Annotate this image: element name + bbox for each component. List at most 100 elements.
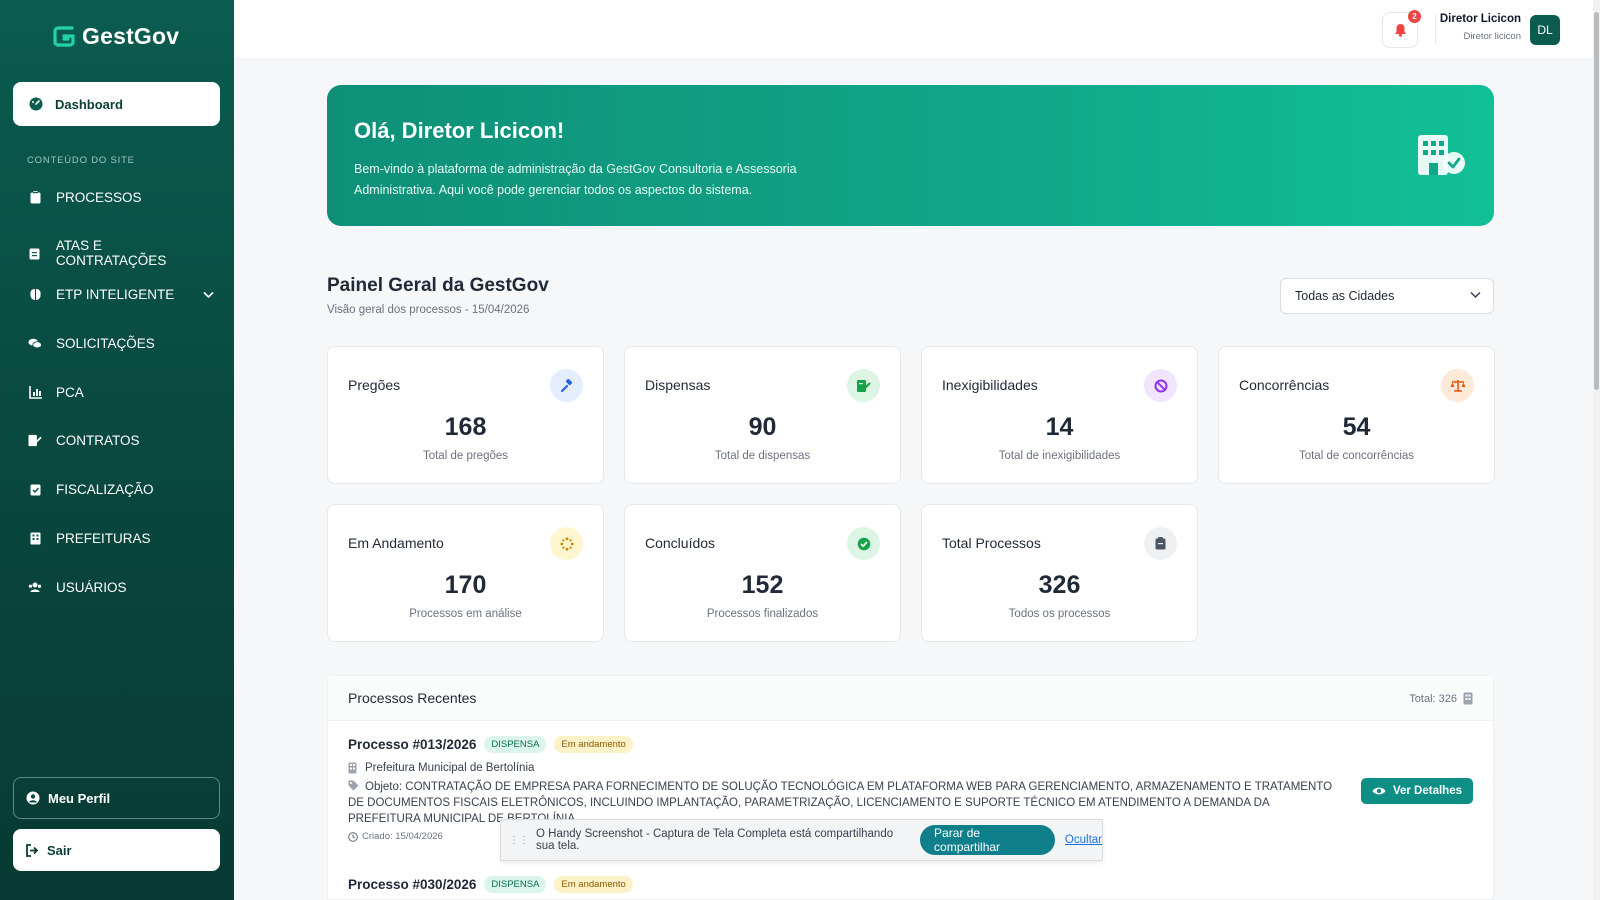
building-check-icon <box>1418 135 1465 175</box>
welcome-title: Olá, Diretor Licicon! <box>354 118 565 143</box>
stat-value: 326 <box>1038 571 1081 599</box>
process-created: Criado: 15/04/2026 <box>362 831 443 842</box>
process-title-row: Processo #013/2026 DISPENSA Em andamento <box>348 736 1475 753</box>
scale-icon <box>1441 369 1474 402</box>
chevron-down-icon[interactable] <box>203 291 214 299</box>
eye-icon <box>1372 787 1386 795</box>
stat-value: 152 <box>741 571 784 599</box>
sidebar-item-label: ETP INTELIGENTE <box>56 287 175 302</box>
sidebar-item-prefeituras[interactable]: PREFEITURAS <box>28 531 214 546</box>
sidebar-item-atas[interactable]: ATAS E CONTRATAÇÕES <box>28 238 214 268</box>
stat-label: Total de inexigibilidades <box>998 450 1121 462</box>
sidebar: GestGov Dashboard CONTEÚDO DO SITE PROCE… <box>0 0 234 900</box>
scrollbar-thumb[interactable] <box>1594 12 1599 390</box>
city-filter-select[interactable]: Todas as Cidades <box>1280 278 1494 314</box>
panel-title: Painel Geral da GestGov <box>327 275 549 296</box>
sidebar-item-usuarios[interactable]: USUÁRIOS <box>28 580 214 595</box>
welcome-banner: Olá, Diretor Licicon! Bem-vindo à plataf… <box>327 85 1494 226</box>
clipboard-icon <box>1144 527 1177 560</box>
stat-title: Dispensas <box>645 377 711 393</box>
process-title-row: Processo #030/2026 DISPENSA Em andamento <box>348 876 1475 893</box>
file-edit-icon <box>847 369 880 402</box>
stat-card-concorrencias[interactable]: Concorrências 54 Total de concorrências <box>1218 346 1495 484</box>
recent-header: Processos Recentes Total: 326 <box>328 676 1493 721</box>
stat-label: Total de dispensas <box>714 450 811 462</box>
list-item: Processo #030/2026 DISPENSA Em andamento <box>348 876 1475 893</box>
status-badge: Em andamento <box>554 736 633 753</box>
sidebar-item-label: PCA <box>56 385 84 400</box>
clipboard-check-icon <box>28 483 42 497</box>
logo[interactable]: GestGov <box>50 22 179 50</box>
logout-button[interactable]: Sair <box>13 829 220 871</box>
sidebar-item-fiscalizacao[interactable]: FISCALIZAÇÃO <box>28 482 214 497</box>
stat-card-pregoes[interactable]: Pregões 168 Total de pregões <box>327 346 604 484</box>
sidebar-item-contratos[interactable]: CONTRATOS <box>28 433 214 448</box>
gestgov-logo-icon <box>53 26 75 47</box>
stat-label: Processos em análise <box>409 608 522 620</box>
stat-title: Inexigibilidades <box>942 377 1038 393</box>
stat-value: 90 <box>748 413 777 441</box>
stat-label: Total de pregões <box>422 450 509 462</box>
stat-card-inexigibilidades[interactable]: Inexigibilidades 14 Total de inexigibili… <box>921 346 1198 484</box>
drag-handle-icon[interactable]: ⋮⋮ <box>509 835 529 846</box>
sidebar-item-pca[interactable]: PCA <box>28 385 214 400</box>
stat-title: Concorrências <box>1239 377 1330 393</box>
user-circle-icon <box>26 791 40 805</box>
sidebar-item-label: ATAS E CONTRATAÇÕES <box>55 238 167 268</box>
profile-button-label: Meu Perfil <box>48 790 111 806</box>
profile-button[interactable]: Meu Perfil <box>13 777 220 819</box>
stat-label: Total de concorrências <box>1298 450 1415 462</box>
sidebar-item-label: FISCALIZAÇÃO <box>56 482 154 497</box>
building-icon <box>28 532 42 546</box>
recent-processes: Processos Recentes Total: 326 Processo #… <box>327 675 1494 900</box>
stat-label: Todos os processos <box>1008 608 1111 620</box>
sidebar-item-label: SOLICITAÇÕES <box>56 336 155 351</box>
chat-bubbles-icon <box>28 337 42 351</box>
tag-icon <box>348 780 359 791</box>
process-title[interactable]: Processo #013/2026 <box>348 737 476 752</box>
screen-share-banner: ⋮⋮ O Handy Screenshot - Captura de Tela … <box>500 819 1103 861</box>
chevron-down-icon <box>1470 291 1481 299</box>
sidebar-item-label: USUÁRIOS <box>56 580 127 595</box>
city-filter-value: Todas as Cidades <box>1295 289 1395 303</box>
view-details-button[interactable]: Ver Detalhes <box>1360 778 1473 804</box>
stat-value: 14 <box>1045 413 1074 441</box>
user-role: Diretor licicon <box>1463 31 1521 42</box>
user-name: Diretor Licicon <box>1439 13 1521 25</box>
page-scrollbar[interactable] <box>1593 0 1600 900</box>
avatar[interactable]: DL <box>1530 15 1560 45</box>
sidebar-item-label: Dashboard <box>55 96 123 112</box>
type-badge: DISPENSA <box>484 876 547 893</box>
gavel-icon <box>550 369 583 402</box>
stat-card-concluidos[interactable]: Concluídos 152 Processos finalizados <box>624 504 901 642</box>
sidebar-item-solicitacoes[interactable]: SOLICITAÇÕES <box>28 336 214 351</box>
ban-icon <box>1144 369 1177 402</box>
sidebar-item-processos[interactable]: PROCESSOS <box>28 190 214 205</box>
section-label: CONTEÚDO DO SITE <box>27 155 135 166</box>
notification-count-badge: 2 <box>1408 10 1421 23</box>
hide-banner-link[interactable]: Ocultar <box>1065 834 1102 846</box>
clock-icon <box>348 831 358 842</box>
file-signature-icon <box>28 434 42 448</box>
stat-card-total[interactable]: Total Processos 326 Todos os processos <box>921 504 1198 642</box>
clipboard-list-icon <box>28 246 42 260</box>
topbar-divider <box>1435 14 1436 44</box>
stat-title: Pregões <box>348 377 401 393</box>
sidebar-item-dashboard[interactable]: Dashboard <box>13 82 220 126</box>
recent-total: Total: 326 <box>1409 692 1473 705</box>
stat-card-em-andamento[interactable]: Em Andamento 170 Processos em análise <box>327 504 604 642</box>
sidebar-item-label: CONTRATOS <box>56 433 140 448</box>
sidebar-item-label: PROCESSOS <box>56 190 142 205</box>
sidebar-item-etp[interactable]: ETP INTELIGENTE <box>28 287 214 302</box>
sidebar-item-label: PREFEITURAS <box>56 531 151 546</box>
type-badge: DISPENSA <box>484 736 547 753</box>
stat-card-dispensas[interactable]: Dispensas 90 Total de dispensas <box>624 346 901 484</box>
process-org: Prefeitura Municipal de Bertolínia <box>365 762 535 774</box>
stop-sharing-button[interactable]: Parar de compartilhar <box>920 825 1055 855</box>
clipboard-icon <box>28 191 42 205</box>
process-title[interactable]: Processo #030/2026 <box>348 877 476 892</box>
stat-value: 170 <box>444 571 487 599</box>
logout-icon <box>26 843 39 857</box>
brain-icon <box>28 288 42 302</box>
stat-label: Processos finalizados <box>706 608 819 620</box>
